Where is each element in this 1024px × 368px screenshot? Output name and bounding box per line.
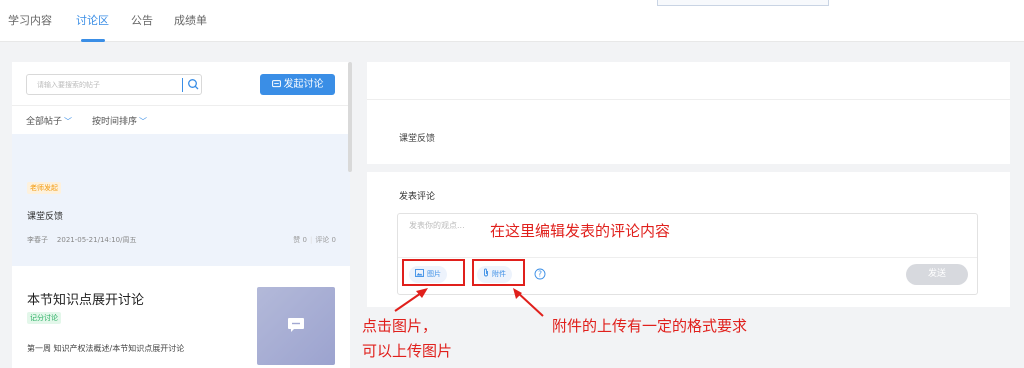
annotation-attach-hint: 附件的上传有一定的格式要求 <box>552 317 748 335</box>
arrowhead <box>513 288 522 299</box>
annotation-image-hint-1: 点击图片， <box>362 317 438 335</box>
arrowhead <box>416 288 428 298</box>
annotation-image-hint-2: 可以上传图片 <box>362 342 453 360</box>
annotation-arrows <box>394 288 544 317</box>
arrow-to-attachment <box>516 291 544 317</box>
